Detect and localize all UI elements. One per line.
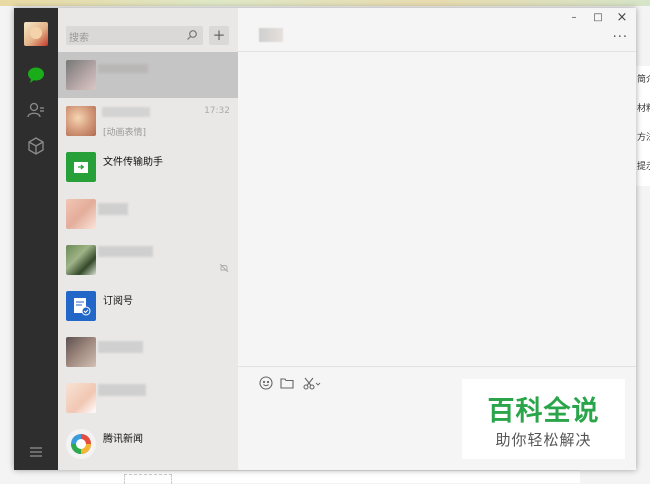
chat-title-blurred xyxy=(259,28,283,42)
list-item[interactable] xyxy=(58,237,238,283)
avatar[interactable] xyxy=(24,22,48,46)
list-item[interactable]: 17:32 [动画表情] xyxy=(58,98,238,144)
file-transfer-icon xyxy=(66,152,96,182)
maximize-button[interactable]: □ xyxy=(590,11,606,25)
blurred-name xyxy=(98,246,153,257)
wechat-window: 搜索 + 17:32 [动画表情] 文件传输助手 订阅号 腾讯新闻 – □ × … xyxy=(14,8,636,470)
conversation-avatar xyxy=(66,383,96,413)
close-button[interactable]: × xyxy=(614,11,630,25)
background-taskbar-strip xyxy=(0,0,650,6)
watermark: 百科全说 助你轻松解决 xyxy=(462,379,625,459)
search-icon xyxy=(187,30,197,40)
add-contact-button[interactable]: + xyxy=(209,26,229,45)
favorites-icon[interactable] xyxy=(25,135,47,157)
scissors-icon[interactable] xyxy=(302,375,322,391)
background-page xyxy=(80,470,580,484)
background-item-method[interactable]: 方法 xyxy=(636,124,650,153)
background-side-panel: 简介 材料 方法 提示 xyxy=(635,66,650,186)
background-item-tips[interactable]: 提示 xyxy=(636,153,650,182)
emoji-icon[interactable] xyxy=(258,375,274,391)
conversation-time: 17:32 xyxy=(204,106,230,116)
list-item[interactable] xyxy=(58,375,238,421)
watermark-subtitle: 助你轻松解决 xyxy=(495,431,592,449)
conversation-avatar xyxy=(66,106,96,136)
conversation-avatar xyxy=(66,199,96,229)
subscription-icon xyxy=(66,291,96,321)
conversation-name: 订阅号 xyxy=(103,296,133,307)
search-placeholder: 搜索 xyxy=(69,33,89,44)
nav-rail xyxy=(14,8,58,470)
blurred-name xyxy=(98,203,128,215)
conversation-avatar xyxy=(66,337,96,367)
conversation-name: 文件传输助手 xyxy=(103,157,163,168)
mute-icon xyxy=(219,263,229,273)
conversation-avatar xyxy=(66,60,96,90)
list-item[interactable] xyxy=(58,52,238,98)
background-item-materials[interactable]: 材料 xyxy=(636,95,650,124)
list-item[interactable]: 文件传输助手 xyxy=(58,144,238,190)
conversation-name: 腾讯新闻 xyxy=(103,434,143,445)
contacts-icon[interactable] xyxy=(25,99,47,121)
more-button[interactable]: ··· xyxy=(613,30,628,45)
list-item[interactable]: 腾讯新闻 xyxy=(58,421,238,467)
blurred-name xyxy=(98,341,143,353)
chat-header: – □ × ··· xyxy=(238,8,636,52)
blurred-name xyxy=(102,107,150,117)
background-item-intro[interactable]: 简介 xyxy=(636,66,650,95)
list-item[interactable] xyxy=(58,329,238,375)
list-item[interactable] xyxy=(58,191,238,237)
list-item[interactable]: 订阅号 xyxy=(58,283,238,329)
search-input[interactable]: 搜索 xyxy=(66,26,203,45)
watermark-title: 百科全说 xyxy=(487,396,600,427)
conversation-list: 搜索 + 17:32 [动画表情] 文件传输助手 订阅号 腾讯新闻 xyxy=(58,8,238,470)
conversation-avatar xyxy=(66,245,96,275)
blurred-name xyxy=(98,384,146,396)
blurred-name xyxy=(98,64,148,73)
folder-icon[interactable] xyxy=(279,375,295,391)
tencent-news-icon xyxy=(66,429,96,459)
minimize-button[interactable]: – xyxy=(566,11,582,25)
conversation-preview: [动画表情] xyxy=(103,128,147,138)
chat-icon[interactable] xyxy=(25,64,47,86)
menu-icon[interactable] xyxy=(25,441,47,463)
